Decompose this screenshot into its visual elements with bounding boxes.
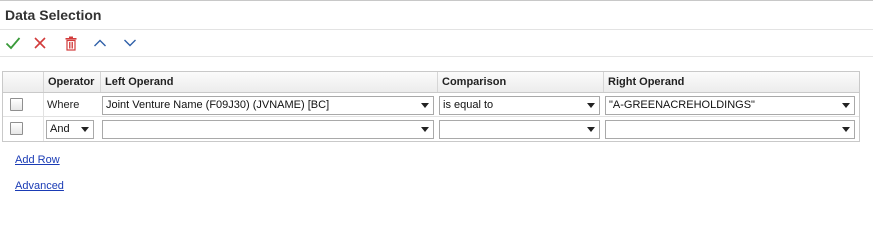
row-select-checkbox[interactable] xyxy=(10,98,23,111)
chevron-up-icon xyxy=(94,39,106,47)
column-divider xyxy=(43,117,44,141)
chevron-down-icon xyxy=(124,39,136,47)
cancel-button[interactable] xyxy=(30,33,50,53)
right-operand-select[interactable] xyxy=(605,120,855,139)
left-operand-select[interactable] xyxy=(102,120,434,139)
criteria-row: Where Joint Venture Name (F09J30) (JVNAM… xyxy=(3,93,859,117)
close-icon xyxy=(34,37,46,49)
operator-label: Where xyxy=(47,99,80,111)
right-operand-value: "A-GREENACREHOLDINGS" xyxy=(609,99,755,111)
comparison-select[interactable] xyxy=(439,120,600,139)
title-divider xyxy=(0,29,873,30)
toolbar xyxy=(0,32,873,54)
move-up-button[interactable] xyxy=(90,33,110,53)
select-column-header xyxy=(3,72,43,92)
right-operand-header: Right Operand xyxy=(603,72,859,92)
dropdown-arrow-icon xyxy=(81,127,89,132)
trash-icon xyxy=(65,36,77,51)
dropdown-arrow-icon xyxy=(587,103,595,108)
dropdown-arrow-icon xyxy=(842,127,850,132)
dropdown-arrow-icon xyxy=(421,127,429,132)
delete-button[interactable] xyxy=(61,33,81,53)
comparison-value: is equal to xyxy=(443,99,494,111)
comparison-header: Comparison xyxy=(437,72,603,92)
comparison-select[interactable]: is equal to xyxy=(439,96,600,115)
dropdown-arrow-icon xyxy=(842,103,850,108)
move-down-button[interactable] xyxy=(120,33,140,53)
column-divider xyxy=(43,93,44,116)
check-icon xyxy=(5,37,21,50)
advanced-link[interactable]: Advanced xyxy=(15,180,64,192)
ok-button[interactable] xyxy=(3,33,23,53)
page-title: Data Selection xyxy=(5,7,102,23)
dropdown-arrow-icon xyxy=(421,103,429,108)
toolbar-divider xyxy=(0,56,873,57)
left-operand-select[interactable]: Joint Venture Name (F09J30) (JVNAME) [BC… xyxy=(102,96,434,115)
window-top-border xyxy=(0,0,873,1)
operator-header: Operator xyxy=(43,72,100,92)
right-operand-select[interactable]: "A-GREENACREHOLDINGS" xyxy=(605,96,855,115)
grid-header: Operator Left Operand Comparison Right O… xyxy=(3,72,859,93)
add-row-link[interactable]: Add Row xyxy=(15,154,60,166)
operator-select[interactable]: And xyxy=(46,120,94,139)
criteria-grid: Operator Left Operand Comparison Right O… xyxy=(2,71,860,142)
left-operand-header: Left Operand xyxy=(100,72,437,92)
criteria-row: And xyxy=(3,117,859,141)
row-select-checkbox[interactable] xyxy=(10,122,23,135)
dropdown-arrow-icon xyxy=(587,127,595,132)
left-operand-value: Joint Venture Name (F09J30) (JVNAME) [BC… xyxy=(106,99,330,111)
operator-value: And xyxy=(50,123,70,135)
